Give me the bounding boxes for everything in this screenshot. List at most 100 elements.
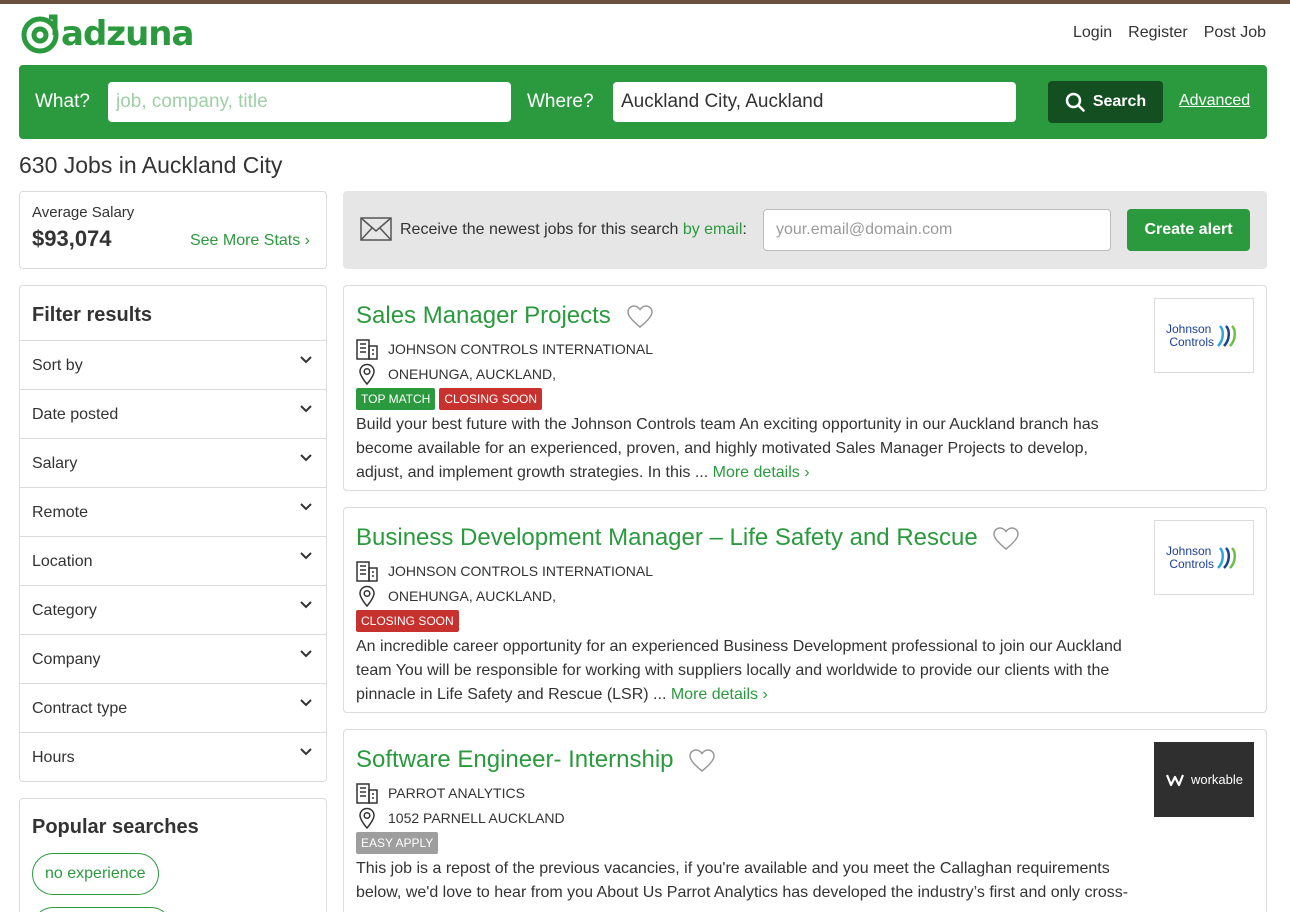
filter-label: Company: [32, 651, 101, 668]
chevron-down-icon: [300, 454, 312, 462]
more-details-link[interactable]: More details ›: [713, 464, 810, 481]
filter-location[interactable]: Location: [20, 537, 326, 586]
job-title-link[interactable]: Software Engineer- Internship: [356, 746, 674, 774]
filter-sort-by[interactable]: Sort by: [20, 341, 326, 390]
envelope-icon: [360, 217, 392, 241]
chevron-down-icon: [300, 601, 312, 609]
building-icon: [356, 339, 378, 360]
alert-email-input[interactable]: [763, 209, 1111, 251]
average-salary-value: $93,074: [32, 226, 112, 251]
workable-logo-text: workable: [1190, 772, 1244, 787]
chevron-down-icon: [300, 552, 312, 560]
popular-search-pill[interactable]: no experience: [32, 853, 159, 895]
filter-contract-type[interactable]: Contract type: [20, 684, 326, 733]
filter-panel: Filter results Sort by Date posted Salar…: [19, 285, 327, 782]
adzuna-logo[interactable]: adzuna: [19, 12, 194, 56]
job-company: PARROT ANALYTICS: [356, 782, 525, 804]
chevron-down-icon: [300, 405, 312, 413]
login-link[interactable]: Login: [1073, 24, 1112, 42]
results-title: 630 Jobs in Auckland City: [19, 152, 283, 178]
register-link[interactable]: Register: [1128, 24, 1188, 42]
building-icon: [356, 783, 378, 804]
filter-remote[interactable]: Remote: [20, 488, 326, 537]
top-match-badge: TOP MATCH: [356, 388, 436, 410]
closing-soon-badge: CLOSING SOON: [356, 610, 459, 632]
job-card: Business Development Manager – Life Safe…: [343, 507, 1267, 713]
company-logo[interactable]: Johnson Controls: [1154, 520, 1254, 595]
adzuna-logo-icon: [21, 14, 59, 54]
job-description-text: This job is a repost of the previous vac…: [356, 860, 1129, 901]
search-bar: What? Where? Search Advanced: [19, 65, 1267, 139]
job-location-text: ONEHUNGA, AUCKLAND,: [388, 588, 557, 604]
advanced-search-link[interactable]: Advanced: [1179, 92, 1250, 110]
chevron-down-icon: [300, 748, 312, 756]
company-logo[interactable]: workable: [1154, 742, 1254, 817]
chevron-down-icon: [300, 503, 312, 511]
heart-icon[interactable]: [688, 748, 716, 774]
job-badges: CLOSING SOON: [356, 610, 459, 632]
filter-category[interactable]: Category: [20, 586, 326, 635]
search-button-label: Search: [1092, 93, 1147, 110]
search-icon: [1065, 92, 1085, 112]
logo-line-1: Johnson: [1165, 543, 1212, 558]
more-details-link[interactable]: More details ›: [671, 686, 768, 703]
job-card: Sales Manager Projects JOHNSON CONTROLS …: [343, 285, 1267, 491]
heart-icon[interactable]: [992, 526, 1020, 552]
popular-search-pill[interactable]: [32, 907, 172, 912]
filter-label: Date posted: [32, 406, 119, 423]
johnson-controls-mark-icon: [1217, 546, 1237, 569]
map-pin-icon: [359, 363, 375, 385]
alert-text-main: Receive the newest jobs for this search: [400, 221, 679, 238]
chevron-down-icon: [300, 699, 312, 707]
job-company-name: PARROT ANALYTICS: [388, 785, 525, 801]
logo-line-1: Johnson: [1165, 321, 1212, 336]
create-alert-button[interactable]: Create alert: [1127, 209, 1250, 251]
job-company: JOHNSON CONTROLS INTERNATIONAL: [356, 560, 653, 582]
filter-label: Hours: [32, 749, 75, 766]
filter-hours[interactable]: Hours: [20, 733, 326, 782]
job-location: ONEHUNGA, AUCKLAND,: [356, 363, 556, 385]
building-icon: [356, 561, 378, 582]
filter-company[interactable]: Company: [20, 635, 326, 684]
job-description: An incredible career opportunity for an …: [356, 635, 1136, 707]
job-badges: EASY APPLY: [356, 832, 439, 854]
filter-label: Category: [32, 602, 97, 619]
average-salary-box: Average Salary $93,074 See More Stats ›: [19, 191, 327, 269]
job-location: ONEHUNGA, AUCKLAND,: [356, 585, 556, 607]
top-nav: Login Register Post Job: [1073, 24, 1266, 42]
job-description: Build your best future with the Johnson …: [356, 413, 1136, 485]
easy-apply-badge: EASY APPLY: [356, 832, 439, 854]
company-logo[interactable]: Johnson Controls: [1154, 298, 1254, 373]
top-border: [0, 0, 1290, 4]
job-card: Software Engineer- Internship PARROT ANA…: [343, 729, 1267, 912]
see-more-stats-link[interactable]: See More Stats ›: [190, 232, 310, 250]
average-salary-label: Average Salary: [32, 204, 135, 221]
filter-label: Remote: [32, 504, 89, 521]
alert-email-link[interactable]: by email: [683, 221, 743, 238]
job-company: JOHNSON CONTROLS INTERNATIONAL: [356, 338, 653, 360]
job-location: 1052 PARNELL AUCKLAND: [356, 807, 565, 829]
filter-label: Contract type: [32, 700, 128, 717]
johnson-controls-logo: Johnson Controls: [1165, 543, 1215, 571]
what-input[interactable]: [108, 82, 511, 122]
post-job-link[interactable]: Post Job: [1204, 24, 1266, 42]
logo-line-2: Controls: [1169, 556, 1215, 571]
job-title-link[interactable]: Business Development Manager – Life Safe…: [356, 524, 978, 552]
popular-searches-box: Popular searches no experience: [19, 798, 327, 912]
where-input[interactable]: [613, 82, 1016, 122]
alert-text: Receive the newest jobs for this search …: [400, 221, 747, 239]
what-label: What?: [35, 91, 90, 112]
filter-title: Filter results: [20, 286, 326, 341]
heart-icon[interactable]: [626, 304, 654, 330]
logo-text: adzuna: [61, 14, 194, 54]
filter-date-posted[interactable]: Date posted: [20, 390, 326, 439]
email-alert-bar: Receive the newest jobs for this search …: [343, 191, 1267, 269]
filter-salary[interactable]: Salary: [20, 439, 326, 488]
job-title-link[interactable]: Sales Manager Projects: [356, 302, 611, 330]
alert-colon: :: [742, 221, 747, 238]
map-pin-icon: [359, 807, 375, 829]
where-label: Where?: [527, 91, 594, 112]
workable-logo-icon: [1165, 774, 1185, 786]
search-button[interactable]: Search: [1048, 81, 1163, 123]
job-company-name: JOHNSON CONTROLS INTERNATIONAL: [388, 563, 653, 579]
